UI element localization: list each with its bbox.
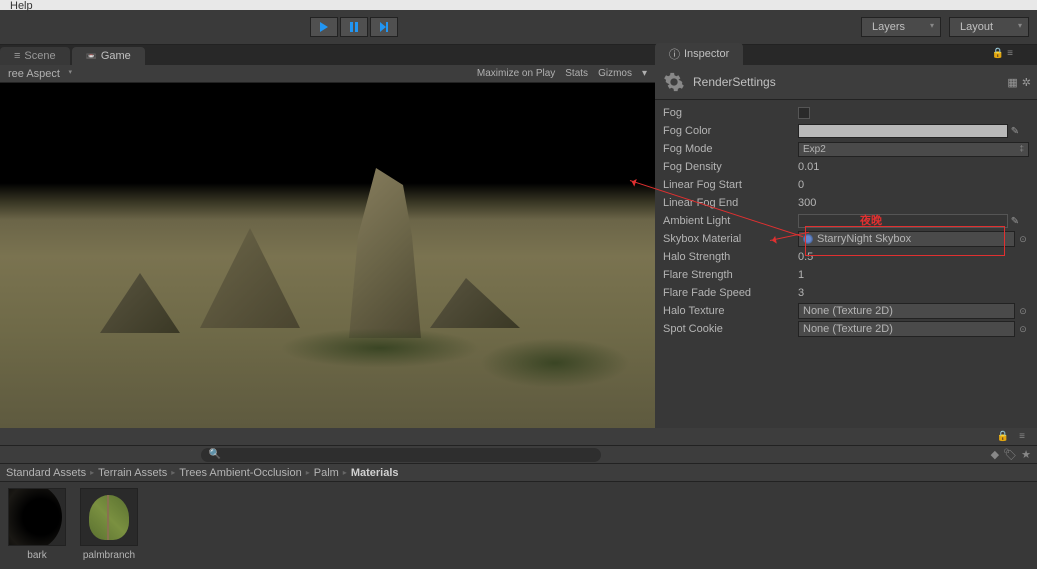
breadcrumb: Standard Assets ▸ Terrain Assets ▸ Trees… bbox=[0, 464, 1037, 482]
search-bar: 🔍 ◆ 🏷 ★ bbox=[0, 446, 1037, 464]
skybox-material-field[interactable]: StarryNight Skybox bbox=[798, 231, 1015, 247]
search-icon: 🔍 bbox=[209, 449, 221, 460]
inspector-title: RenderSettings bbox=[693, 75, 776, 89]
flare-strength-value[interactable]: 1 bbox=[798, 269, 1029, 281]
inspector-tabs: ⓘ Inspector 🔒 ≡ bbox=[655, 45, 1037, 65]
main-toolbar: Layers Layout bbox=[0, 10, 1037, 45]
breadcrumb-item[interactable]: Palm bbox=[314, 467, 339, 479]
chevron-icon: ▸ bbox=[90, 468, 94, 477]
fog-density-value[interactable]: 0.01 bbox=[798, 161, 1029, 173]
chevron-icon: ▸ bbox=[171, 468, 175, 477]
flare-strength-label: Flare Strength bbox=[663, 269, 798, 281]
halo-strength-label: Halo Strength bbox=[663, 251, 798, 263]
left-panel: ≡Scene 📼Game ree Aspect Maximize on Play… bbox=[0, 45, 655, 428]
terrain-render bbox=[0, 183, 655, 428]
help-icon[interactable]: ▦ bbox=[1007, 76, 1017, 89]
menu-help[interactable]: Help bbox=[10, 0, 33, 10]
properties-list: Fog Fog Color ✎ Fog Mode Exp2 Fog Densit… bbox=[655, 100, 1037, 342]
inspector-header: RenderSettings ▦ ✲ bbox=[655, 65, 1037, 100]
flare-fade-speed-value[interactable]: 3 bbox=[798, 287, 1029, 299]
layers-dropdown[interactable]: Layers bbox=[861, 17, 941, 37]
gizmos-arrow-icon[interactable]: ▾ bbox=[638, 68, 651, 79]
info-icon: ⓘ bbox=[669, 46, 680, 62]
assets-grid: bark palmbranch bbox=[0, 482, 1037, 569]
annotation-text: 夜晚 bbox=[860, 212, 882, 228]
view-tabs: ≡Scene 📼Game bbox=[0, 45, 655, 65]
halo-strength-value[interactable]: 0.5 bbox=[798, 251, 1029, 263]
scene-icon: ≡ bbox=[14, 50, 20, 62]
fog-color-label: Fog Color bbox=[663, 125, 798, 137]
breadcrumb-current[interactable]: Materials bbox=[351, 467, 399, 479]
project-panel: 🔒 ≡ 🔍 ◆ 🏷 ★ Standard Assets ▸ Terrain As… bbox=[0, 428, 1037, 569]
settings-icon[interactable]: ✲ bbox=[1022, 76, 1031, 89]
linear-fog-start-value[interactable]: 0 bbox=[798, 179, 1029, 191]
play-button[interactable] bbox=[310, 17, 338, 37]
breadcrumb-item[interactable]: Standard Assets bbox=[6, 467, 86, 479]
tab-inspector[interactable]: ⓘ Inspector bbox=[655, 43, 743, 65]
chevron-icon: ▸ bbox=[306, 468, 310, 477]
linear-fog-start-label: Linear Fog Start bbox=[663, 179, 798, 191]
search-input[interactable]: 🔍 bbox=[201, 448, 601, 462]
stats-toggle[interactable]: Stats bbox=[561, 68, 592, 79]
play-controls bbox=[310, 17, 398, 37]
filter-icon[interactable]: ◆ bbox=[991, 448, 999, 461]
inspector-panel: ⓘ Inspector 🔒 ≡ RenderSettings ▦ ✲ Fog F… bbox=[655, 45, 1037, 428]
fog-color-swatch[interactable] bbox=[798, 124, 1008, 138]
menu-bar: Help bbox=[0, 0, 1037, 10]
fog-mode-dropdown[interactable]: Exp2 bbox=[798, 142, 1029, 157]
fog-density-label: Fog Density bbox=[663, 161, 798, 173]
fog-checkbox[interactable] bbox=[798, 107, 810, 119]
asset-thumbnail bbox=[80, 488, 138, 546]
chevron-icon: ▸ bbox=[343, 468, 347, 477]
menu-icon[interactable]: ≡ bbox=[1019, 431, 1025, 442]
maximize-toggle[interactable]: Maximize on Play bbox=[473, 68, 559, 79]
game-icon: 📼 bbox=[86, 51, 97, 62]
toolbar-right: Layers Layout bbox=[861, 17, 1037, 37]
asset-bark[interactable]: bark bbox=[6, 488, 68, 563]
game-toolbar: ree Aspect Maximize on Play Stats Gizmos… bbox=[0, 65, 655, 83]
object-picker-icon-3[interactable]: ⊙ bbox=[1017, 323, 1029, 335]
eyedropper-icon[interactable]: ✎ bbox=[1008, 126, 1022, 137]
breadcrumb-item[interactable]: Trees Ambient-Occlusion bbox=[179, 467, 301, 479]
spot-cookie-label: Spot Cookie bbox=[663, 323, 798, 335]
asset-thumbnail bbox=[8, 488, 66, 546]
ambient-light-swatch[interactable] bbox=[798, 214, 1008, 228]
object-picker-icon-2[interactable]: ⊙ bbox=[1017, 305, 1029, 317]
asset-palmbranch[interactable]: palmbranch bbox=[78, 488, 140, 563]
linear-fog-end-label: Linear Fog End bbox=[663, 197, 798, 209]
ambient-light-label: Ambient Light bbox=[663, 215, 798, 227]
tab-scene[interactable]: ≡Scene bbox=[0, 47, 70, 65]
lock-icon-2[interactable]: 🔒 bbox=[997, 431, 1009, 442]
layout-dropdown[interactable]: Layout bbox=[949, 17, 1029, 37]
asset-label: palmbranch bbox=[83, 550, 135, 561]
pause-button[interactable] bbox=[340, 17, 368, 37]
object-picker-icon[interactable]: ⊙ bbox=[1017, 233, 1029, 245]
gear-icon bbox=[663, 71, 685, 93]
fog-label: Fog bbox=[663, 107, 798, 119]
aspect-dropdown[interactable]: ree Aspect bbox=[4, 68, 74, 80]
asset-label: bark bbox=[27, 550, 46, 561]
label-icon[interactable]: 🏷 bbox=[1003, 448, 1017, 461]
halo-texture-label: Halo Texture bbox=[663, 305, 798, 317]
spot-cookie-field[interactable]: None (Texture 2D) bbox=[798, 321, 1015, 337]
flare-fade-speed-label: Flare Fade Speed bbox=[663, 287, 798, 299]
breadcrumb-item[interactable]: Terrain Assets bbox=[98, 467, 167, 479]
tab-game[interactable]: 📼Game bbox=[72, 47, 145, 65]
material-icon bbox=[803, 234, 813, 244]
gizmos-toggle[interactable]: Gizmos bbox=[594, 68, 636, 79]
halo-texture-field[interactable]: None (Texture 2D) bbox=[798, 303, 1015, 319]
step-button[interactable] bbox=[370, 17, 398, 37]
project-toolbar: 🔒 ≡ bbox=[0, 428, 1037, 446]
game-viewport bbox=[0, 83, 655, 428]
lock-icon[interactable]: 🔒 ≡ bbox=[992, 48, 1013, 59]
fog-mode-label: Fog Mode bbox=[663, 143, 798, 155]
linear-fog-end-value[interactable]: 300 bbox=[798, 197, 1029, 209]
star-icon[interactable]: ★ bbox=[1021, 448, 1031, 461]
eyedropper-icon-2[interactable]: ✎ bbox=[1008, 216, 1022, 227]
